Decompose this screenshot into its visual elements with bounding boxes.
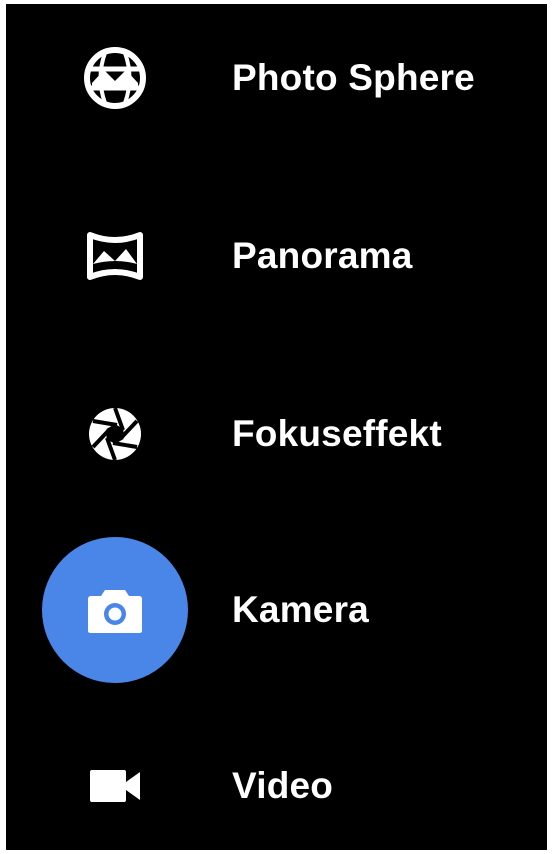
mode-label: Fokuseffekt: [232, 413, 442, 454]
camera-mode-drawer: Photo Sphere Panorama Fokuseffekt Kamera…: [6, 4, 547, 850]
mode-item-kamera[interactable]: Kamera: [6, 537, 547, 683]
mode-label: Kamera: [232, 589, 369, 630]
mode-item-fokuseffekt[interactable]: Fokuseffekt: [6, 374, 547, 494]
mode-item-photo-sphere[interactable]: Photo Sphere: [6, 18, 547, 138]
photo-sphere-icon: [42, 5, 188, 151]
camera-icon: [42, 537, 188, 683]
mode-label: Video: [232, 765, 334, 806]
aperture-icon: [42, 361, 188, 507]
mode-item-panorama[interactable]: Panorama: [6, 196, 547, 316]
mode-item-video[interactable]: Video: [6, 726, 547, 846]
panorama-icon: [42, 183, 188, 329]
mode-label: Panorama: [232, 235, 413, 276]
mode-label: Photo Sphere: [232, 57, 475, 98]
videocam-icon: [42, 713, 188, 850]
mode-list: Photo Sphere Panorama Fokuseffekt Kamera…: [6, 4, 547, 850]
